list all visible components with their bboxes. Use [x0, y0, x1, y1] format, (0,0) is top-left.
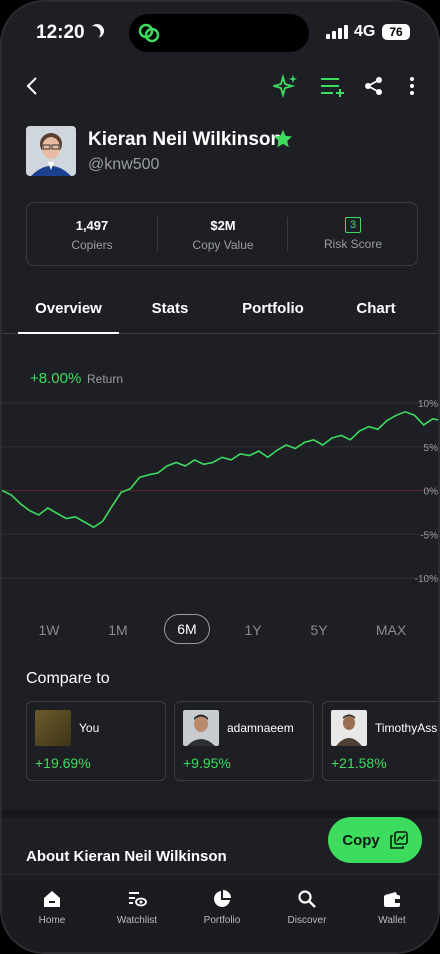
nav-portfolio[interactable]: Portfolio: [182, 889, 262, 926]
stats-card: 1,497 Copiers $2M Copy Value 3 Risk Scor…: [26, 202, 418, 266]
tab-overview[interactable]: Overview: [18, 300, 119, 317]
compare-pct: +19.69%: [35, 755, 91, 771]
status-bar: 12:20 4G 76: [2, 2, 438, 64]
copy-icon: [389, 831, 408, 849]
dynamic-island: [129, 14, 309, 52]
range-1w[interactable]: 1W: [24, 622, 74, 638]
sparkle-icon: [273, 73, 297, 99]
nav-label: Watchlist: [116, 915, 158, 926]
stat-value: 1,497: [75, 218, 109, 233]
stat-label: Copy Value: [192, 238, 254, 252]
nav-label: Wallet: [378, 915, 406, 926]
more-vertical-icon: [410, 77, 414, 95]
compare-pct: +21.58%: [331, 755, 387, 771]
cell-signal-icon: [326, 25, 348, 39]
y-tick-label: 0%: [424, 487, 439, 498]
range-5y[interactable]: 5Y: [294, 622, 344, 638]
copy-button[interactable]: Copy: [328, 817, 422, 863]
range-max[interactable]: MAX: [366, 622, 416, 638]
tab-stats[interactable]: Stats: [132, 300, 208, 317]
nav-wallet[interactable]: Wallet: [352, 889, 432, 926]
watchlist-icon: [129, 892, 147, 907]
compare-pct: +9.95%: [183, 755, 231, 771]
stat-copiers: 1,497 Copiers: [27, 203, 157, 265]
nav-label: Home: [38, 915, 66, 926]
chart-svg: 10% 5% 0% -5% -10%: [2, 399, 439, 585]
compare-card-timothyassi[interactable]: TimothyAssi +21.58%: [322, 701, 440, 781]
star-icon[interactable]: [272, 128, 294, 150]
ai-sparkle-button[interactable]: [272, 72, 300, 100]
y-tick-label: 5%: [424, 443, 439, 454]
bottom-nav: Home Watchlist Portfolio Discover Wallet: [2, 874, 438, 952]
back-button[interactable]: [18, 72, 46, 100]
moon-icon: [87, 21, 106, 40]
compare-name: You: [79, 721, 100, 735]
profile-header: Kieran Neil Wilkinson @knw500: [26, 126, 426, 178]
compare-card-you[interactable]: You +19.69%: [26, 701, 166, 781]
tab-bar: Overview Stats Portfolio Chart: [2, 288, 438, 334]
time-range-selector: 1W 1M 6M 1Y 5Y MAX: [2, 614, 438, 648]
pie-chart-icon: [214, 890, 231, 907]
y-tick-label: 10%: [418, 399, 438, 410]
avatar: [183, 710, 219, 746]
compare-title: Compare to: [26, 670, 110, 687]
chevron-left-icon: [26, 77, 37, 95]
compare-name: adamnaeem: [227, 721, 294, 735]
share-button[interactable]: [360, 72, 388, 100]
home-icon: [44, 891, 60, 907]
status-time: 12:20: [36, 22, 85, 43]
wallet-icon: [384, 892, 400, 907]
nav-discover[interactable]: Discover: [267, 889, 347, 926]
person-photo: [26, 126, 76, 176]
nav-label: Portfolio: [203, 915, 241, 926]
stat-label: Risk Score: [323, 237, 382, 251]
more-options-button[interactable]: [398, 72, 426, 100]
network-type: 4G: [354, 23, 376, 40]
app-screen: 12:20 4G 76 Kieran Neil Wilkinson @knw50…: [0, 0, 440, 954]
y-tick-label: -5%: [420, 530, 438, 541]
stat-label: Copiers: [71, 238, 113, 252]
app-logo-icon: [138, 23, 160, 43]
stat-risk-score[interactable]: 3 Risk Score: [288, 203, 418, 265]
compare-name: TimothyAssi: [375, 721, 440, 735]
compare-card-adamnaeem[interactable]: adamnaeem +9.95%: [174, 701, 314, 781]
nav-label: Discover: [287, 915, 327, 926]
avatar: [35, 710, 71, 746]
stat-copy-value: $2M Copy Value: [158, 203, 288, 265]
range-6m[interactable]: 6M: [164, 614, 210, 644]
active-tab-indicator: [18, 332, 119, 334]
profile-name: Kieran Neil Wilkinson: [88, 129, 283, 150]
range-1y[interactable]: 1Y: [228, 622, 278, 638]
battery-icon: 76: [382, 24, 410, 40]
avatar[interactable]: [26, 126, 76, 176]
profile-handle: @knw500: [88, 156, 160, 173]
risk-score-badge: 3: [345, 217, 361, 233]
copy-label: Copy: [342, 831, 380, 849]
nav-watchlist[interactable]: Watchlist: [97, 889, 177, 926]
range-1m[interactable]: 1M: [93, 622, 143, 638]
nav-home[interactable]: Home: [12, 889, 92, 926]
add-to-list-button[interactable]: [318, 72, 346, 100]
tab-chart[interactable]: Chart: [342, 300, 410, 317]
about-title: About Kieran Neil Wilkinson: [26, 848, 227, 865]
search-icon: [298, 890, 316, 908]
tab-portfolio[interactable]: Portfolio: [230, 300, 316, 317]
avatar: [331, 710, 367, 746]
share-icon: [365, 77, 382, 95]
y-tick-label: -10%: [415, 574, 438, 585]
performance-chart[interactable]: +8.00% Return 10% 5% 0% -5% -10%: [2, 362, 439, 602]
top-bar: [2, 72, 438, 102]
playlist-add-icon: [321, 78, 344, 97]
stat-value: $2M: [210, 218, 236, 233]
series-line: [2, 410, 438, 529]
